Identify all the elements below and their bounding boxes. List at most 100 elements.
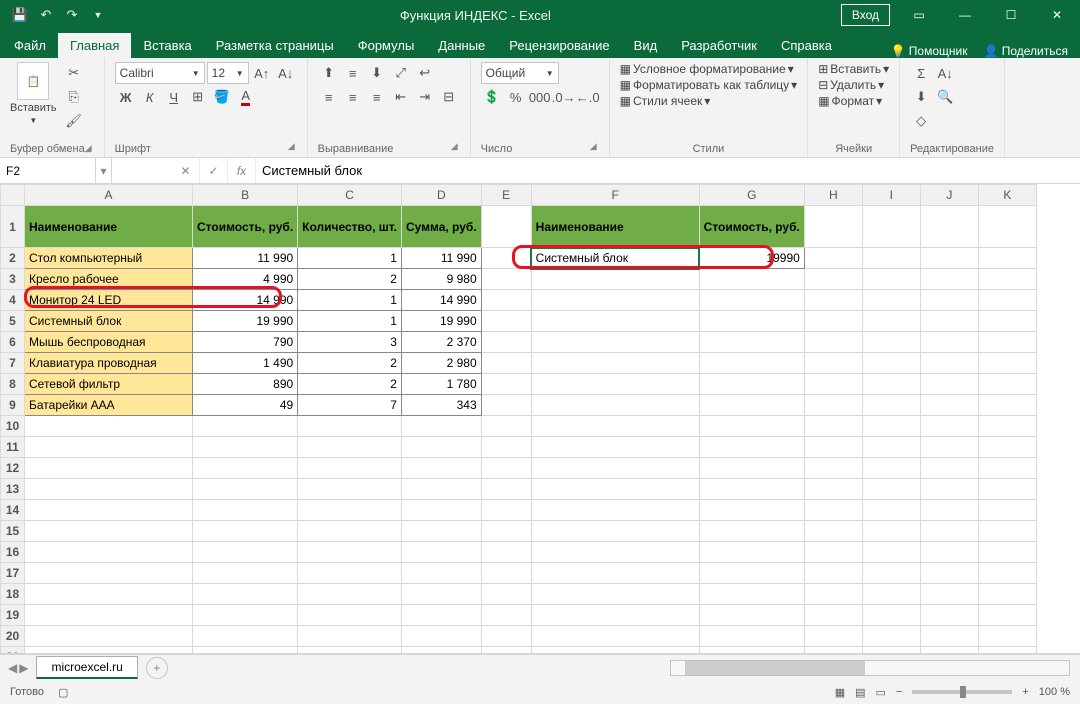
clear-icon[interactable]: ◇: [910, 110, 932, 132]
cell[interactable]: [862, 206, 920, 248]
cell[interactable]: [531, 311, 699, 332]
cell[interactable]: [531, 542, 699, 563]
delete-cells-button[interactable]: ⊟ Удалить ▾: [818, 78, 884, 92]
cell[interactable]: [25, 416, 193, 437]
cell[interactable]: [862, 395, 920, 416]
cell[interactable]: [193, 521, 298, 542]
cell[interactable]: [978, 374, 1036, 395]
cell[interactable]: [920, 542, 978, 563]
row-header[interactable]: 16: [1, 542, 25, 563]
cell[interactable]: [401, 647, 481, 655]
view-page-layout-icon[interactable]: ▤: [855, 686, 865, 699]
cell[interactable]: [862, 416, 920, 437]
cell[interactable]: [401, 479, 481, 500]
cell[interactable]: [401, 542, 481, 563]
cell[interactable]: [25, 626, 193, 647]
cell[interactable]: [862, 584, 920, 605]
cell[interactable]: [193, 437, 298, 458]
cell[interactable]: [804, 416, 862, 437]
row-header[interactable]: 21: [1, 647, 25, 655]
cell[interactable]: 2: [298, 374, 402, 395]
row-header[interactable]: 7: [1, 353, 25, 374]
cell[interactable]: [298, 458, 402, 479]
align-bottom-icon[interactable]: ⬇: [366, 62, 388, 84]
view-normal-icon[interactable]: ▦: [835, 686, 845, 699]
bold-icon[interactable]: Ж: [115, 86, 137, 108]
cell[interactable]: [978, 542, 1036, 563]
cell[interactable]: Монитор 24 LED: [25, 290, 193, 311]
sheet-nav-prev-icon[interactable]: ◀: [8, 661, 17, 675]
col-header[interactable]: K: [978, 185, 1036, 206]
cell[interactable]: [920, 521, 978, 542]
cell[interactable]: [804, 605, 862, 626]
cell[interactable]: [804, 311, 862, 332]
cell[interactable]: [401, 500, 481, 521]
cell[interactable]: 19 990: [401, 311, 481, 332]
col-header[interactable]: G: [699, 185, 804, 206]
cancel-icon[interactable]: ✕: [172, 158, 200, 183]
cell[interactable]: 1: [298, 311, 402, 332]
cell[interactable]: [699, 332, 804, 353]
ribbon-display-icon[interactable]: ▭: [896, 0, 942, 30]
cell[interactable]: [25, 521, 193, 542]
cell[interactable]: [920, 500, 978, 521]
enter-icon[interactable]: ✓: [200, 158, 228, 183]
maximize-icon[interactable]: ☐: [988, 0, 1034, 30]
cell[interactable]: [978, 269, 1036, 290]
sheet-nav-next-icon[interactable]: ▶: [19, 661, 28, 675]
cell[interactable]: [481, 626, 531, 647]
cell[interactable]: [804, 626, 862, 647]
cell[interactable]: [25, 437, 193, 458]
col-header[interactable]: J: [920, 185, 978, 206]
cell[interactable]: [531, 374, 699, 395]
align-right-icon[interactable]: ≡: [366, 86, 388, 108]
cell[interactable]: 2: [298, 269, 402, 290]
cell[interactable]: [531, 437, 699, 458]
cell[interactable]: [699, 269, 804, 290]
find-icon[interactable]: 🔍: [934, 86, 956, 108]
cell[interactable]: Наименование: [25, 206, 193, 248]
wrap-text-icon[interactable]: ↩: [414, 62, 436, 84]
conditional-formatting-button[interactable]: ▦ Условное форматирование ▾: [620, 62, 794, 76]
cell[interactable]: [978, 647, 1036, 655]
cell[interactable]: [978, 500, 1036, 521]
cell[interactable]: [862, 626, 920, 647]
cell[interactable]: [804, 353, 862, 374]
cell[interactable]: [401, 458, 481, 479]
row-header[interactable]: 12: [1, 458, 25, 479]
cell[interactable]: [481, 374, 531, 395]
font-name-combo[interactable]: Calibri▼: [115, 62, 205, 84]
cell[interactable]: [920, 206, 978, 248]
cell[interactable]: [193, 605, 298, 626]
cell[interactable]: [920, 290, 978, 311]
cell[interactable]: [25, 563, 193, 584]
tab-home[interactable]: Главная: [58, 33, 131, 58]
cell[interactable]: 790: [193, 332, 298, 353]
cell[interactable]: [298, 584, 402, 605]
cell[interactable]: [978, 479, 1036, 500]
cell[interactable]: [978, 584, 1036, 605]
cell[interactable]: [862, 500, 920, 521]
cell[interactable]: [481, 647, 531, 655]
cell[interactable]: [699, 311, 804, 332]
cell[interactable]: [699, 605, 804, 626]
cell[interactable]: [401, 626, 481, 647]
col-header[interactable]: F: [531, 185, 699, 206]
cell[interactable]: [25, 542, 193, 563]
cell[interactable]: Системный блок: [531, 248, 699, 269]
cell[interactable]: [481, 353, 531, 374]
col-header[interactable]: H: [804, 185, 862, 206]
cell[interactable]: [862, 563, 920, 584]
undo-icon[interactable]: ↶: [34, 3, 58, 27]
cell[interactable]: 2 370: [401, 332, 481, 353]
cell[interactable]: [699, 290, 804, 311]
cell[interactable]: [401, 605, 481, 626]
cell[interactable]: [531, 521, 699, 542]
cell[interactable]: [298, 542, 402, 563]
zoom-level[interactable]: 100 %: [1039, 686, 1070, 698]
cell[interactable]: [699, 458, 804, 479]
cell[interactable]: [978, 626, 1036, 647]
cell[interactable]: Стол компьютерный: [25, 248, 193, 269]
cell[interactable]: [298, 647, 402, 655]
cell[interactable]: [531, 458, 699, 479]
